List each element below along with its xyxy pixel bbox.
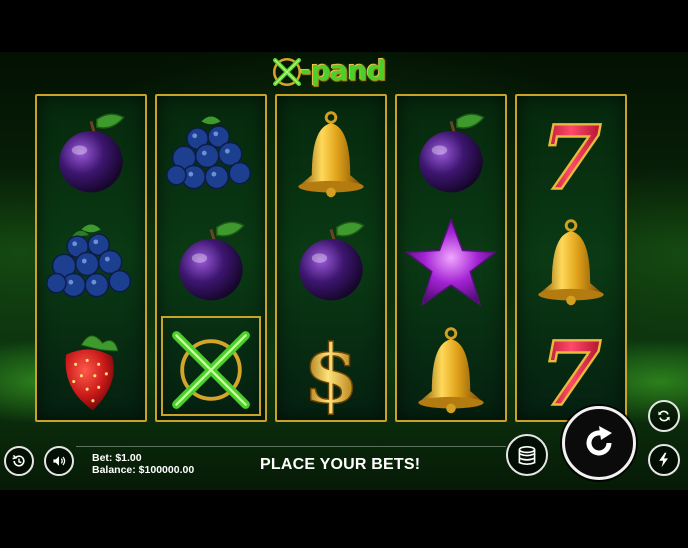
plum-icon xyxy=(179,221,245,301)
symbol-bell xyxy=(517,208,625,316)
bar-divider xyxy=(76,446,506,447)
strawberry-icon xyxy=(65,335,119,411)
symbol-dollar: $ xyxy=(277,316,385,424)
sound-button[interactable] xyxy=(44,446,74,476)
history-button[interactable] xyxy=(4,446,34,476)
x-logo-icon xyxy=(272,57,302,87)
status-message: PLACE YOUR BETS! xyxy=(260,456,421,473)
top-letterbox xyxy=(0,0,688,52)
symbol-bell xyxy=(277,100,385,208)
symbol-plum xyxy=(397,100,505,208)
svg-text:$: $ xyxy=(303,328,359,423)
control-bar: Bet: $1.00 Balance: $100000.00 PLACE YOU… xyxy=(0,434,560,490)
lightning-icon xyxy=(659,452,668,468)
x-wild-icon xyxy=(172,331,250,409)
speaker-icon xyxy=(53,456,66,466)
plum-icon xyxy=(299,221,365,301)
plum-icon xyxy=(59,113,125,193)
symbol-blueberries xyxy=(37,208,145,316)
autoplay-icon xyxy=(658,410,670,422)
symbol-plum xyxy=(157,208,265,316)
blueberries-icon xyxy=(46,224,132,298)
spin-button[interactable] xyxy=(562,406,636,480)
star-icon xyxy=(404,217,498,306)
bell-icon xyxy=(418,327,484,414)
bet-label: Bet: $1.00 xyxy=(92,452,142,464)
reel-2 xyxy=(155,94,267,422)
svg-text:7: 7 xyxy=(540,106,601,210)
reel-5: 7 7 xyxy=(515,94,627,427)
symbol-x-wild xyxy=(157,316,265,424)
coins-icon xyxy=(518,445,536,466)
symbol-bell xyxy=(397,316,505,424)
bell-icon xyxy=(298,111,364,198)
bet-coins-button[interactable] xyxy=(506,434,548,476)
dollar-icon: $ xyxy=(302,327,360,423)
symbol-strawberry xyxy=(37,316,145,424)
symbol-blueberries xyxy=(157,100,265,208)
reel-1 xyxy=(35,94,147,422)
blueberries-icon xyxy=(166,116,252,190)
bottom-letterbox xyxy=(0,490,688,548)
bet-info: Bet: $1.00 Balance: $100000.00 xyxy=(92,452,194,476)
plum-icon xyxy=(419,113,485,193)
symbol-plum xyxy=(277,208,385,316)
game-stage: -pand $ 7 7 Bet: $1.00 Balance: $100000.… xyxy=(0,52,688,490)
autoplay-button[interactable] xyxy=(648,400,680,432)
logo-text: -pand xyxy=(300,53,387,87)
balance-label: Balance: $100000.00 xyxy=(92,464,195,476)
game-logo: -pand xyxy=(270,54,400,90)
symbol-seven: 7 xyxy=(517,100,625,210)
reel-3: $ xyxy=(275,94,387,424)
symbol-star xyxy=(397,208,505,316)
seven-icon: 7 xyxy=(539,104,603,210)
turbo-button[interactable] xyxy=(648,444,680,476)
bell-icon xyxy=(538,219,604,306)
reel-4 xyxy=(395,94,507,422)
spin-arrow-icon xyxy=(586,426,612,456)
seven-icon: 7 xyxy=(539,320,603,426)
history-icon xyxy=(12,454,25,467)
symbol-plum xyxy=(37,100,145,208)
